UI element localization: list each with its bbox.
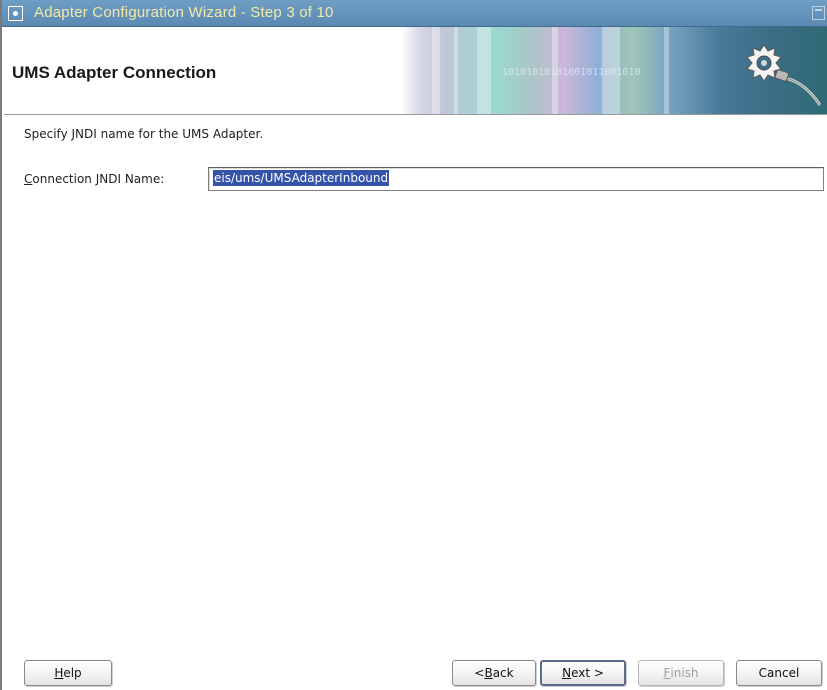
window-menu-icon[interactable] (8, 6, 23, 21)
instruction-text: Specify JNDI name for the UMS Adapter. (24, 127, 264, 141)
title-bar[interactable]: Adapter Configuration Wizard - Step 3 of… (2, 0, 827, 27)
connection-jndi-value: eis/ums/UMSAdapterInbound (213, 170, 390, 186)
banner-binary-text: 10101010101001011001010 (502, 67, 641, 78)
page-title: UMS Adapter Connection (12, 63, 217, 82)
gear-plug-icon (746, 44, 822, 106)
help-button[interactable]: Help (24, 660, 112, 686)
back-button[interactable]: < Back (452, 660, 536, 686)
maximize-icon[interactable] (812, 6, 825, 20)
next-button[interactable]: Next > (540, 660, 626, 686)
cancel-button[interactable]: Cancel (736, 660, 822, 686)
window-title: Adapter Configuration Wizard - Step 3 of… (34, 4, 334, 21)
finish-button[interactable]: Finish (638, 660, 724, 686)
connection-jndi-input[interactable]: eis/ums/UMSAdapterInbound (208, 167, 824, 191)
wizard-header: UMS Adapter Connection 10101010101001011… (4, 27, 827, 115)
header-banner: 10101010101001011001010 (402, 27, 827, 114)
wizard-window: Adapter Configuration Wizard - Step 3 of… (0, 0, 827, 690)
connection-jndi-label: Connection JNDI Name: (24, 172, 165, 186)
